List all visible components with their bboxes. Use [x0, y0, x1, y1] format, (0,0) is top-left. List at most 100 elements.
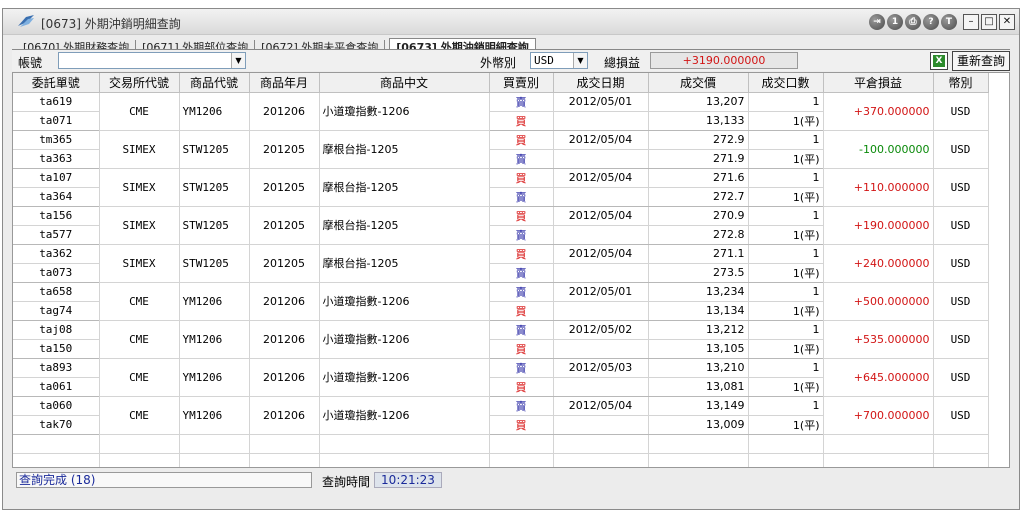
switch-icon[interactable]: ⇥: [869, 14, 885, 30]
exchange-cell: CME: [99, 396, 180, 435]
side-cell: 買: [489, 244, 554, 264]
table-row[interactable]: ta362 SIMEX STW1205 201205 摩根台指-1205 買 2012/05…: [13, 244, 989, 283]
symbol-cell: YM1206: [179, 396, 250, 435]
total-pnl-value: +3190.000000: [650, 52, 798, 69]
empty-cell: [489, 434, 554, 454]
empty-cell: [553, 434, 649, 454]
column-header[interactable]: 交易所代號: [99, 73, 180, 93]
product-name-cell: 小道瓊指數-1206: [319, 396, 490, 435]
empty-cell: [179, 453, 250, 467]
column-header[interactable]: 商品代號: [179, 73, 250, 93]
title-toolbar-icons: ⇥ 1 ⎙? T: [869, 14, 957, 30]
print-icon[interactable]: ⎙: [905, 14, 921, 30]
product-name-cell: 小道瓊指數-1206: [319, 92, 490, 131]
price-cell: 13,234: [648, 282, 749, 302]
side-cell: 買: [489, 111, 554, 131]
table-row[interactable]: ta619 CME YM1206 201206 小道瓊指數-1206 賣 2012/05/0…: [13, 92, 989, 131]
column-header[interactable]: 商品中文: [319, 73, 490, 93]
chevron-down-icon[interactable]: ▼: [573, 53, 587, 68]
pnl-cell: +190.000000: [823, 206, 934, 245]
side-cell: 賣: [489, 396, 554, 416]
help-icon[interactable]: ?: [923, 14, 939, 30]
column-header[interactable]: 委託單號: [13, 73, 100, 93]
price-cell: 271.6: [648, 168, 749, 188]
contract-month-cell: 201205: [249, 244, 320, 283]
exchange-cell: SIMEX: [99, 244, 180, 283]
table-row[interactable]: ta060 CME YM1206 201206 小道瓊指數-1206 賣 2012/05/0…: [13, 396, 989, 435]
currency-select[interactable]: USD ▼: [530, 52, 588, 69]
price-cell: 272.9: [648, 130, 749, 150]
price-cell: 13,134: [648, 301, 749, 321]
symbol-cell: STW1205: [179, 206, 250, 245]
chevron-down-icon[interactable]: ▼: [231, 53, 245, 68]
quantity-cell: 1: [748, 320, 824, 340]
price-cell: 13,081: [648, 377, 749, 397]
minimize-icon[interactable]: –: [963, 14, 979, 30]
side-cell: 買: [489, 130, 554, 150]
price-cell: 13,210: [648, 358, 749, 378]
exchange-cell: SIMEX: [99, 206, 180, 245]
currency-cell: USD: [933, 358, 989, 397]
trade-date-cell: 2012/05/04: [553, 168, 649, 188]
side-cell: 買: [489, 206, 554, 226]
column-header[interactable]: 商品年月: [249, 73, 320, 93]
title-bar[interactable]: [0673] 外期沖銷明細查詢 ⇥ 1 ⎙? T – □ ✕: [3, 9, 1019, 35]
side-cell: 買: [489, 168, 554, 188]
refresh-button[interactable]: 重新查詢: [952, 51, 1010, 71]
pnl-cell: +500.000000: [823, 282, 934, 321]
quantity-cell: 1(平): [748, 225, 824, 245]
price-cell: 273.5: [648, 263, 749, 283]
order-number-cell: tag74: [13, 301, 100, 321]
currency-cell: USD: [933, 244, 989, 283]
currency-cell: USD: [933, 282, 989, 321]
empty-cell: [249, 453, 320, 467]
order-number-cell: taj08: [13, 320, 100, 340]
table-row[interactable]: ta658 CME YM1206 201206 小道瓊指數-1206 賣 2012/05/0…: [13, 282, 989, 321]
table-row[interactable]: tm365 SIMEX STW1205 201205 摩根台指-1205 買 2012/05…: [13, 130, 989, 169]
column-header[interactable]: 買賣別: [489, 73, 554, 93]
query-toolbar: 帳號 ▼ 外幣別 USD ▼ 總損益 +3190.000000 X 重新查詢: [12, 49, 1010, 71]
currency-cell: USD: [933, 130, 989, 169]
symbol-cell: YM1206: [179, 358, 250, 397]
empty-cell: [99, 434, 180, 454]
pnl-cell: +645.000000: [823, 358, 934, 397]
trade-date-cell: [553, 339, 649, 359]
column-header[interactable]: 成交口數: [748, 73, 824, 93]
column-header[interactable]: 幣別: [933, 73, 989, 93]
quantity-cell: 1(平): [748, 111, 824, 131]
order-number-cell: ta156: [13, 206, 100, 226]
trade-date-cell: 2012/05/04: [553, 244, 649, 264]
quantity-cell: 1(平): [748, 339, 824, 359]
side-cell: 買: [489, 301, 554, 321]
trade-date-cell: 2012/05/04: [553, 206, 649, 226]
product-name-cell: 摩根台指-1205: [319, 130, 490, 169]
table-row[interactable]: taj08 CME YM1206 201206 小道瓊指數-1206 賣 2012/05/0…: [13, 320, 989, 359]
table-row[interactable]: ta107 SIMEX STW1205 201205 摩根台指-1205 買 2012/05…: [13, 168, 989, 207]
empty-cell: [319, 434, 490, 454]
table-row[interactable]: ta893 CME YM1206 201206 小道瓊指數-1206 賣 2012/05/0…: [13, 358, 989, 397]
price-cell: 13,212: [648, 320, 749, 340]
excel-export-button[interactable]: X: [930, 52, 948, 70]
order-number-cell: ta577: [13, 225, 100, 245]
account-label: 帳號: [18, 56, 43, 70]
pnl-cell: +370.000000: [823, 92, 934, 131]
account-select[interactable]: ▼: [58, 52, 246, 69]
empty-cell: [648, 434, 749, 454]
price-cell: 272.8: [648, 225, 749, 245]
info-1-icon[interactable]: 1: [887, 14, 903, 30]
column-header[interactable]: 成交日期: [553, 73, 649, 93]
quantity-cell: 1: [748, 206, 824, 226]
results-grid[interactable]: 委託單號 交易所代號 商品代號 商品年月 商品中文 買賣別 成交日期 成交價 成交口數 平倉損益幣…: [12, 72, 1010, 468]
maximize-icon[interactable]: □: [981, 14, 997, 30]
column-header[interactable]: 成交價: [648, 73, 749, 93]
column-header[interactable]: 平倉損益: [823, 73, 934, 93]
currency-cell: USD: [933, 168, 989, 207]
price-cell: 13,133: [648, 111, 749, 131]
table-header-row: 委託單號 交易所代號 商品代號 商品年月 商品中文 買賣別 成交日期 成交價 成交口數 平倉損益幣…: [13, 73, 989, 93]
exchange-cell: SIMEX: [99, 130, 180, 169]
pnl-cell: -100.000000: [823, 130, 934, 169]
product-name-cell: 小道瓊指數-1206: [319, 320, 490, 359]
t-icon[interactable]: T: [941, 14, 957, 30]
table-row[interactable]: ta156 SIMEX STW1205 201205 摩根台指-1205 買 2012/05…: [13, 206, 989, 245]
close-icon[interactable]: ✕: [999, 14, 1015, 30]
